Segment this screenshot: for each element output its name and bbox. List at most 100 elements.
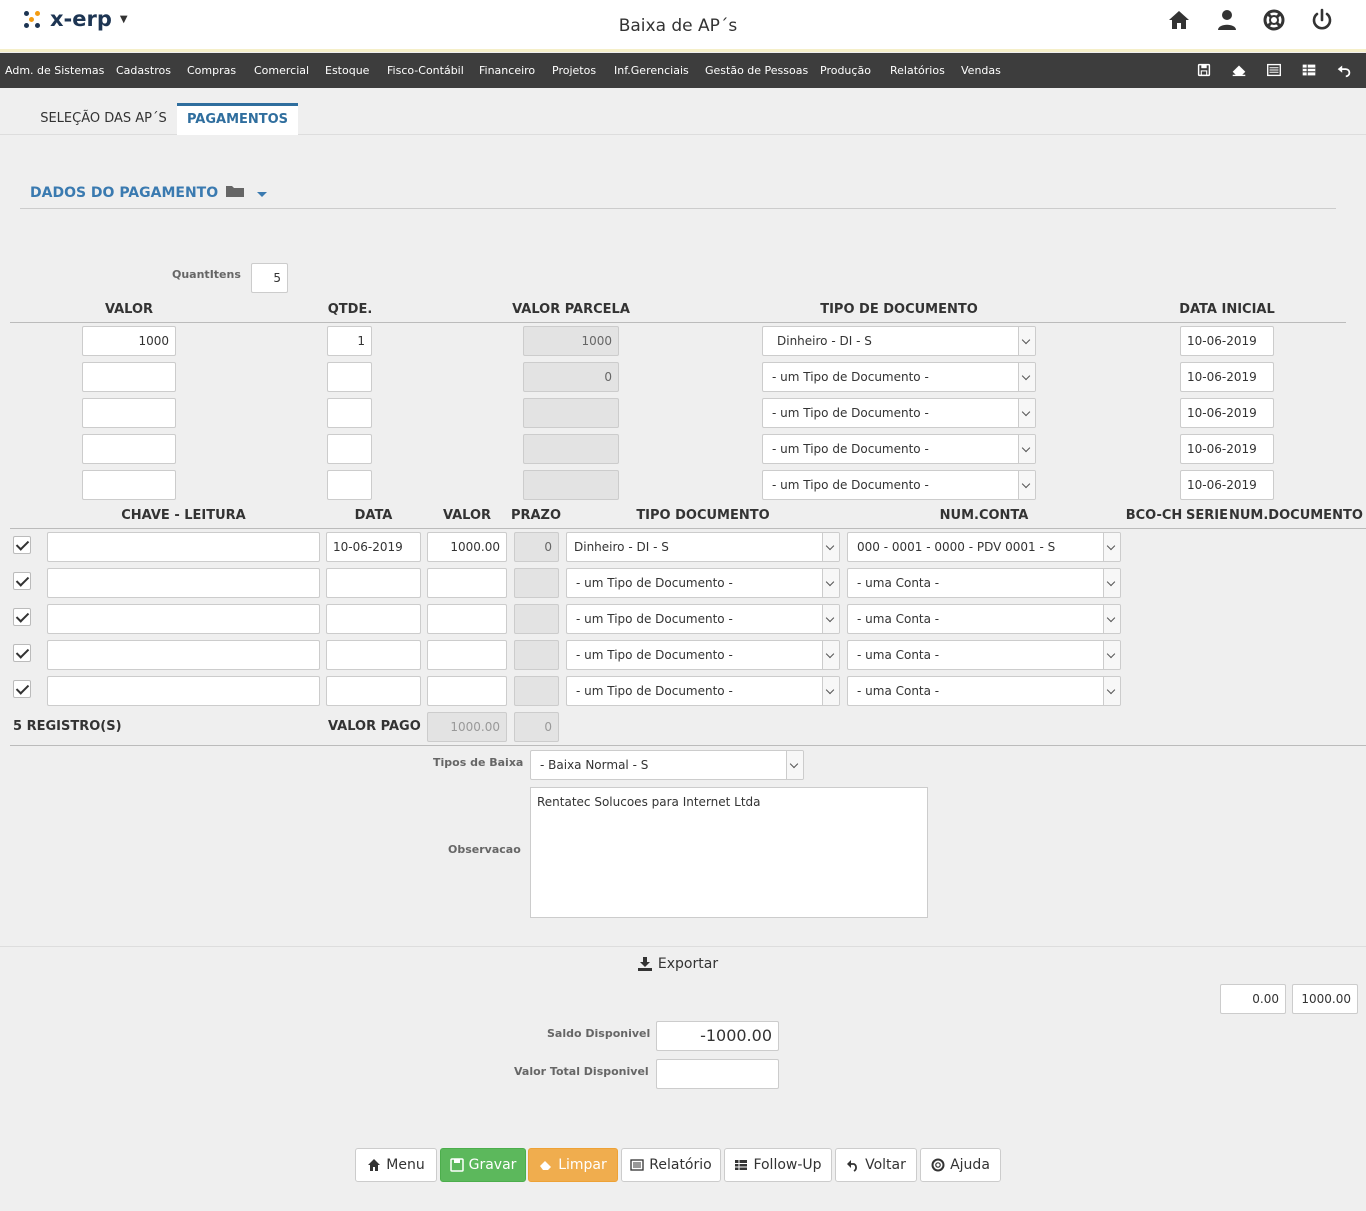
parcela-tipo-select[interactable]: - um Tipo de Documento - bbox=[762, 470, 1036, 500]
menu-item-compras[interactable]: Compras bbox=[187, 64, 236, 77]
tipos-baixa-select[interactable]: - Baixa Normal - S bbox=[530, 750, 804, 780]
menu-button[interactable]: Menu bbox=[355, 1148, 437, 1182]
saldo-disponivel-input[interactable]: -1000.00 bbox=[656, 1021, 779, 1051]
tab-pagamentos[interactable]: PAGAMENTOS bbox=[177, 103, 298, 135]
chave-leitura-input[interactable] bbox=[47, 532, 320, 562]
limpar-button[interactable]: Limpar bbox=[528, 1148, 618, 1182]
chave-leitura-input[interactable] bbox=[47, 640, 320, 670]
home-icon[interactable] bbox=[1166, 8, 1192, 32]
lifebuoy-icon bbox=[931, 1158, 945, 1172]
parcela-data-input[interactable]: 10-06-2019 bbox=[1180, 326, 1274, 356]
parcela-data-input[interactable]: 10-06-2019 bbox=[1180, 398, 1274, 428]
num-conta-select[interactable]: - uma Conta - bbox=[847, 568, 1121, 598]
parcela-valor-input[interactable] bbox=[82, 398, 176, 428]
menu-item-gestao-pessoas[interactable]: Gestão de Pessoas bbox=[705, 64, 808, 77]
parcela-data-input[interactable]: 10-06-2019 bbox=[1180, 434, 1274, 464]
valor-total-input[interactable] bbox=[656, 1059, 779, 1089]
voltar-button[interactable]: Voltar bbox=[835, 1148, 917, 1182]
parcela-qtde-input[interactable] bbox=[327, 398, 372, 428]
menu-item-estoque[interactable]: Estoque bbox=[325, 64, 369, 77]
row-checkbox[interactable] bbox=[13, 680, 31, 698]
follow-up-button[interactable]: Follow-Up bbox=[724, 1148, 832, 1182]
parcela-valor-input[interactable] bbox=[82, 434, 176, 464]
pagamento-data-input[interactable] bbox=[326, 604, 421, 634]
user-icon[interactable] bbox=[1214, 8, 1240, 32]
section-divider bbox=[20, 208, 1336, 209]
pagamento-valor-input[interactable] bbox=[427, 568, 507, 598]
parcela-qtde-input[interactable] bbox=[327, 362, 372, 392]
row-checkbox[interactable] bbox=[13, 644, 31, 662]
exportar-button[interactable]: Exportar bbox=[628, 950, 728, 978]
pagamento-tipo-select[interactable]: - um Tipo de Documento - bbox=[566, 640, 840, 670]
gravar-button[interactable]: Gravar bbox=[440, 1148, 526, 1182]
parcela-valor-parcela bbox=[523, 434, 619, 464]
pagamento-tipo-select[interactable]: - um Tipo de Documento - bbox=[566, 604, 840, 634]
save-icon bbox=[449, 1158, 464, 1172]
power-icon[interactable] bbox=[1309, 8, 1335, 32]
menu-item-comercial[interactable]: Comercial bbox=[254, 64, 309, 77]
parcela-data-input[interactable]: 10-06-2019 bbox=[1180, 470, 1274, 500]
parcela-qtde-input[interactable] bbox=[327, 434, 372, 464]
menu-item-adm-sistemas[interactable]: Adm. de Sistemas bbox=[5, 64, 104, 77]
pagamento-data-input[interactable] bbox=[326, 640, 421, 670]
list-icon[interactable] bbox=[1264, 61, 1284, 79]
menu-item-vendas[interactable]: Vendas bbox=[961, 64, 1001, 77]
parcela-valor-input[interactable] bbox=[82, 362, 176, 392]
dropdown-arrow-icon bbox=[1103, 677, 1120, 705]
ajuda-button[interactable]: Ajuda bbox=[920, 1148, 1001, 1182]
observacao-textarea[interactable]: Rentatec Solucoes para Internet Ltda bbox=[530, 787, 928, 918]
pagamento-valor-input[interactable]: 1000.00 bbox=[427, 532, 507, 562]
parcela-data-input[interactable]: 10-06-2019 bbox=[1180, 362, 1274, 392]
chevron-down-icon[interactable]: ▼ bbox=[120, 14, 128, 25]
parcela-qtde-input[interactable] bbox=[327, 470, 372, 500]
parcela-tipo-value: - um Tipo de Documento - bbox=[772, 442, 929, 456]
save-icon[interactable] bbox=[1194, 61, 1214, 79]
parcela-tipo-select[interactable]: Dinheiro - DI - S bbox=[762, 326, 1036, 356]
caret-down-icon[interactable] bbox=[256, 189, 268, 199]
num-conta-select[interactable]: - uma Conta - bbox=[847, 676, 1121, 706]
pagamento-data-input[interactable]: 10-06-2019 bbox=[326, 532, 421, 562]
quantitens-input[interactable]: 5 bbox=[251, 263, 288, 293]
row-checkbox[interactable] bbox=[13, 608, 31, 626]
chave-leitura-input[interactable] bbox=[47, 568, 320, 598]
num-conta-select[interactable]: - uma Conta - bbox=[847, 604, 1121, 634]
parcela-tipo-select[interactable]: - um Tipo de Documento - bbox=[762, 362, 1036, 392]
parcela-valor-input[interactable]: 1000 bbox=[82, 326, 176, 356]
menu-item-fisco-contabil[interactable]: Fisco-Contábil bbox=[387, 64, 464, 77]
pagamento-tipo-select[interactable]: - um Tipo de Documento - bbox=[566, 568, 840, 598]
eraser-icon[interactable] bbox=[1229, 61, 1249, 79]
num-conta-select[interactable]: - uma Conta - bbox=[847, 640, 1121, 670]
table-icon[interactable] bbox=[1299, 61, 1319, 79]
undo-icon[interactable] bbox=[1334, 61, 1354, 79]
tab-selecao-aps[interactable]: SELEÇÃO DAS AP´S bbox=[30, 103, 177, 135]
dropdown-arrow-icon bbox=[786, 751, 803, 779]
relatorio-button[interactable]: Relatório bbox=[621, 1148, 721, 1182]
parcela-qtde-input[interactable]: 1 bbox=[327, 326, 372, 356]
section-dados-pagamento[interactable]: DADOS DO PAGAMENTO bbox=[30, 184, 268, 201]
menu-item-producao[interactable]: Produção bbox=[820, 64, 871, 77]
parcela-tipo-select[interactable]: - um Tipo de Documento - bbox=[762, 434, 1036, 464]
pagamento-valor-input[interactable] bbox=[427, 640, 507, 670]
menu-item-projetos[interactable]: Projetos bbox=[552, 64, 596, 77]
app-logo[interactable]: x-erp ▼ bbox=[22, 6, 128, 32]
pagamento-data-input[interactable] bbox=[326, 568, 421, 598]
dropdown-arrow-icon bbox=[1018, 327, 1035, 355]
dropdown-arrow-icon bbox=[1103, 641, 1120, 669]
pagamento-data-input[interactable] bbox=[326, 676, 421, 706]
pagamento-valor-input[interactable] bbox=[427, 676, 507, 706]
row-checkbox[interactable] bbox=[13, 536, 31, 554]
chave-leitura-input[interactable] bbox=[47, 676, 320, 706]
menu-item-cadastros[interactable]: Cadastros bbox=[116, 64, 171, 77]
pagamento-tipo-select[interactable]: Dinheiro - DI - S bbox=[566, 532, 840, 562]
pagamento-tipo-select[interactable]: - um Tipo de Documento - bbox=[566, 676, 840, 706]
row-checkbox[interactable] bbox=[13, 572, 31, 590]
parcela-tipo-select[interactable]: - um Tipo de Documento - bbox=[762, 398, 1036, 428]
num-conta-select[interactable]: 000 - 0001 - 0000 - PDV 0001 - S bbox=[847, 532, 1121, 562]
chave-leitura-input[interactable] bbox=[47, 604, 320, 634]
menu-item-financeiro[interactable]: Financeiro bbox=[479, 64, 535, 77]
lifebuoy-icon[interactable] bbox=[1261, 8, 1287, 32]
pagamento-valor-input[interactable] bbox=[427, 604, 507, 634]
menu-item-inf-gerenciais[interactable]: Inf.Gerenciais bbox=[614, 64, 689, 77]
parcela-valor-input[interactable] bbox=[82, 470, 176, 500]
menu-item-relatorios[interactable]: Relatórios bbox=[890, 64, 945, 77]
